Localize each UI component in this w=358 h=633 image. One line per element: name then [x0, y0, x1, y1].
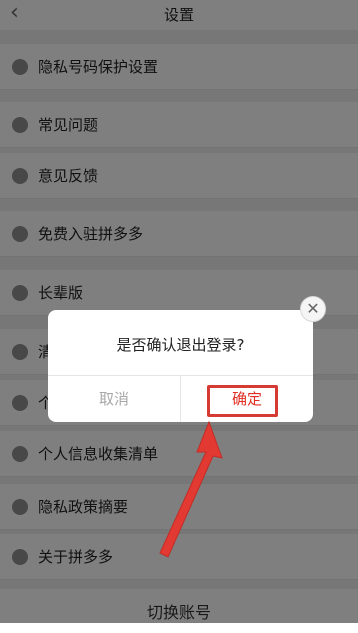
close-icon[interactable]: ✕ [300, 296, 326, 322]
cancel-button[interactable]: 取消 [48, 376, 180, 422]
dialog-message: 是否确认退出登录? [116, 336, 245, 354]
logout-confirm-dialog: 是否确认退出登录? 取消 确定 [48, 310, 313, 422]
confirm-highlight-box [207, 385, 278, 417]
